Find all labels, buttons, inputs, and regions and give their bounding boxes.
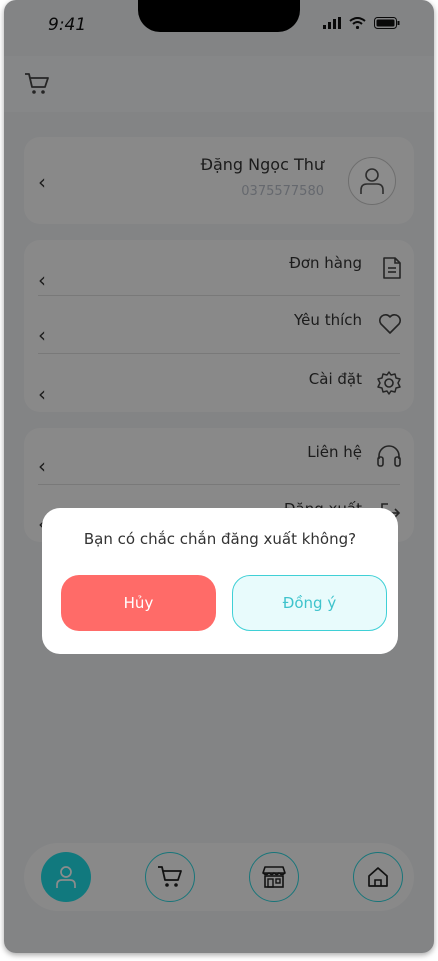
modal-overlay[interactable] xyxy=(4,0,434,953)
phone-screen: 9:41 ‹ Đặng Ngọc Thư 0375577580 ‹ Đơn hà… xyxy=(4,0,434,953)
dialog-message: Bạn có chắc chắn đăng xuất không? xyxy=(83,530,357,548)
cancel-button[interactable]: Hủy xyxy=(61,575,216,631)
logout-confirm-dialog: Bạn có chắc chắn đăng xuất không? Hủy Đồ… xyxy=(42,508,398,654)
confirm-button[interactable]: Đồng ý xyxy=(232,575,387,631)
